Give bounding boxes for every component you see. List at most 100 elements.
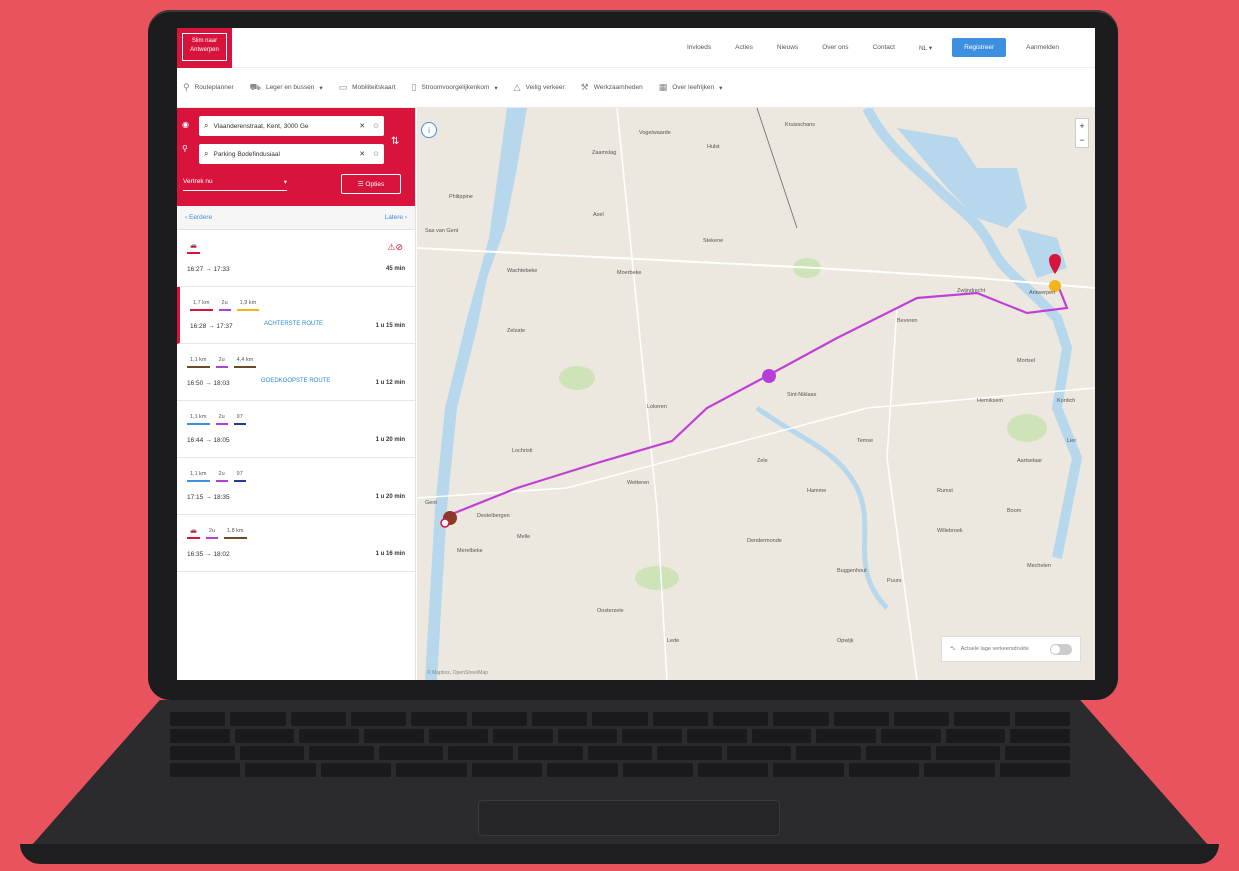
subnav-item-map[interactable]: ▭ Mobiliteitskaart: [339, 82, 396, 93]
logo-line1: Slim naar: [191, 38, 218, 44]
subnav-item-about[interactable]: ▦ Over leefrijken ▾: [659, 82, 723, 93]
trip-option[interactable]: 1,7 km 2u 1,9 km 16:28 → 17:37 ACHTERSTE…: [177, 287, 415, 344]
chevron-down-icon: ▾: [719, 84, 723, 92]
subnav-label: Mobiliteitskaart: [352, 84, 396, 91]
info-icon[interactable]: i: [421, 122, 437, 138]
park-area: [1007, 414, 1047, 442]
map-town: Lier: [1067, 438, 1077, 444]
earlier-link[interactable]: ‹ Eerdere: [185, 214, 212, 221]
route-map[interactable]: Kruisschans Vogelwaarde Zaamslag Hulst P…: [417, 108, 1095, 680]
port-docks: [1017, 228, 1067, 278]
map-canvas: [417, 108, 1095, 680]
trip-duration: 45 min: [385, 266, 405, 272]
train-station-marker[interactable]: [762, 369, 776, 383]
map-town: Lokeren: [647, 404, 667, 410]
train-leg: 2u: [205, 525, 218, 539]
nav-item-acties[interactable]: Acties: [723, 44, 765, 51]
subnav-item-routeplanner[interactable]: ⚲ Routeplanner: [183, 82, 234, 93]
nav-item-over-ons[interactable]: Over ons: [810, 44, 860, 51]
register-button[interactable]: Registreer: [952, 38, 1007, 57]
destination-pin-icon: ⚲: [182, 144, 188, 153]
trip-duration: 1 u 15 min: [375, 323, 405, 329]
trip-option[interactable]: 1,1 km 2u 97 17:15 → 18:35 1 u 20 min: [177, 458, 415, 515]
clear-icon[interactable]: ✕: [359, 150, 365, 158]
options-button[interactable]: ☰ Opties: [341, 174, 401, 194]
car-icon: 🚗: [187, 525, 200, 539]
map-attribution: © Mapbox, OpenStreetMap: [427, 670, 488, 676]
map-town: Dendermonde: [747, 538, 782, 544]
grid-icon: ▦: [658, 82, 668, 92]
map-town: Hemiksem: [977, 398, 1003, 404]
keyboard: [170, 712, 1071, 792]
walk-leg: 1,7 km: [190, 297, 213, 311]
top-nav: Invloeds Acties Nieuws Over ons Contact …: [675, 38, 1071, 57]
map-town: Axel: [593, 212, 604, 218]
map-town: Zwijndrecht: [957, 288, 986, 294]
origin-input[interactable]: ⌕ Vlaanderenstraat, Kent, 3000 Ge ✕ ⊙: [199, 116, 384, 136]
route-line: [446, 282, 1069, 518]
map-town: Philippine: [449, 194, 473, 200]
train-leg: 2u: [215, 354, 228, 368]
trip-duration: 1 u 12 min: [375, 380, 405, 386]
departure-select[interactable]: Vertrek nu ▾: [183, 178, 287, 191]
locate-icon[interactable]: ⊙: [373, 150, 379, 158]
locate-icon[interactable]: ⊙: [373, 122, 379, 130]
language-select[interactable]: NL ▾: [907, 44, 944, 52]
trip-option[interactable]: 1,1 km 2u 97 16:44 → 18:05 1 u 20 min: [177, 401, 415, 458]
login-link[interactable]: Aanmelden: [1014, 44, 1071, 51]
trip-option[interactable]: 🚗 2u 1,8 km 16:35 → 18:02 1 u 16 min: [177, 515, 415, 572]
subnav-label: Leger en bussen: [265, 84, 315, 91]
map-town: Buggenhout: [837, 568, 867, 574]
map-town: Stekene: [703, 238, 724, 244]
subnav-item-safety[interactable]: △ Veilig verkeer: [514, 82, 565, 93]
trip-times: 16:50 → 18:03: [187, 380, 230, 387]
map-town: Opwijk: [837, 638, 854, 644]
subnav-item-doc[interactable]: ▯ Stroomvoorgelijkenkom ▾: [412, 82, 498, 93]
bus-leg: 97: [233, 411, 246, 425]
map-town: Willebroek: [937, 528, 963, 534]
map-town: Lochristi: [512, 448, 533, 454]
logo-line2: Antwerpen: [190, 47, 219, 53]
trip-option[interactable]: 1,1 km 2u 4,4 km 16:50 → 18:03 GOEDKOOPS…: [177, 344, 415, 401]
trip-note: ACHTERSTE ROUTE: [264, 321, 324, 327]
map-town: Kruisschans: [785, 122, 815, 128]
trip-note: GOEDKOOPSTE ROUTE: [261, 378, 331, 384]
traffic-toggle-switch[interactable]: [1050, 643, 1072, 655]
trip-duration: 1 u 20 min: [375, 494, 405, 500]
logo[interactable]: Slim naar Antwerpen: [177, 28, 232, 68]
nav-item-contact[interactable]: Contact: [861, 44, 907, 51]
map-town: Merelbeke: [457, 548, 483, 554]
park-area: [559, 366, 595, 390]
subnav-item-works[interactable]: ⚒ Werkzaamheden: [581, 82, 643, 93]
trip-duration: 1 u 16 min: [375, 551, 405, 557]
nav-item-nieuws[interactable]: Nieuws: [765, 44, 810, 51]
options-label: Opties: [365, 180, 385, 188]
zoom-control[interactable]: + −: [1075, 118, 1089, 148]
car-icon: ⛍: [950, 645, 956, 652]
subnav-label: Werkzaamheden: [593, 84, 643, 91]
traffic-toggle-label: Actuele lage verkeersdrukte: [960, 646, 1029, 652]
chevron-down-icon: ▾: [928, 44, 933, 52]
clear-icon[interactable]: ✕: [359, 122, 365, 130]
trip-duration: 1 u 20 min: [375, 437, 405, 443]
later-link[interactable]: Latere ›: [385, 214, 407, 221]
map-town: Mechelen: [1027, 563, 1051, 569]
map-town: Kontich: [1057, 398, 1076, 404]
earlier-later-bar: ‹ Eerdere Latere ›: [177, 206, 415, 230]
swap-icon[interactable]: ⇅: [391, 136, 399, 147]
destination-input[interactable]: ⌕ Parking Bodefindusiaal ✕ ⊙: [199, 144, 384, 164]
doc-icon: ▯: [411, 82, 417, 92]
top-bar: Slim naar Antwerpen Invloeds Acties Nieu…: [177, 28, 1095, 68]
zoom-in-icon[interactable]: +: [1079, 121, 1084, 131]
nav-item-invloeds[interactable]: Invloeds: [675, 44, 723, 51]
filter-icon: ☰: [357, 181, 366, 188]
trip-times: 16:27 → 17:33: [187, 266, 230, 273]
trip-times: 16:44 → 18:05: [187, 437, 230, 444]
map-town: Gent: [425, 500, 437, 506]
trip-option[interactable]: 🚗 ⚠⊘ 16:27 → 17:33 45 min: [177, 230, 415, 287]
traffic-toggle-card: ⛍ Actuele lage verkeersdrukte: [941, 636, 1081, 662]
subnav-item-bus[interactable]: ⛟ Leger en bussen ▾: [250, 82, 323, 94]
zoom-out-icon[interactable]: −: [1079, 135, 1084, 145]
road: [417, 387, 1095, 499]
bus-icon: ⛟: [249, 81, 261, 92]
